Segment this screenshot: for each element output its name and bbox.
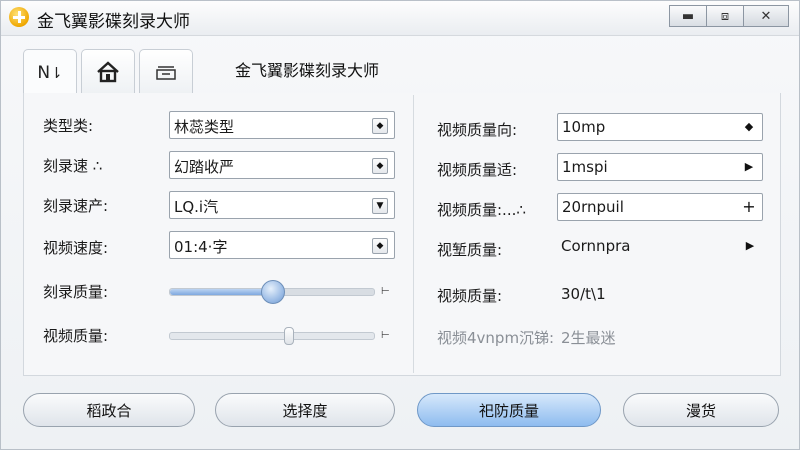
chevron-right-icon: ▶: [745, 239, 755, 252]
select-button[interactable]: 选择度: [215, 393, 395, 427]
close-button[interactable]: ✕: [743, 5, 789, 27]
chevron-right-icon: ▶: [744, 160, 754, 173]
burn-quality-thumb[interactable]: [261, 280, 285, 304]
plus-icon: +: [742, 197, 756, 216]
tab-strip: N ⇂ 金飞翼影碟刻录大师: [23, 49, 777, 96]
video-compress-label: 视堑质量:: [437, 241, 503, 259]
burn-speed-product-label: 刻录速产:: [43, 197, 109, 215]
video-quality-fit-label: 视频质量适:: [437, 161, 518, 179]
tab-home[interactable]: [81, 49, 135, 94]
window-controls: ▬ ⧈ ✕: [669, 5, 789, 27]
inbox-icon: [156, 66, 176, 80]
video-quality-slider[interactable]: [169, 327, 375, 345]
burn-quality-label: 刻录质量:: [43, 283, 109, 301]
app-window: 金飞翼影碟刻录大师 ▬ ⧈ ✕ N ⇂ 金飞翼影碟刻录大师 类型类: 林蕊类型 …: [0, 0, 800, 450]
video-speed-select[interactable]: 01:4·字 ◆: [169, 231, 395, 259]
quality-button[interactable]: 祀防质量: [417, 393, 601, 427]
title-bar: 金飞翼影碟刻录大师 ▬ ⧈ ✕: [1, 1, 799, 36]
minimize-button[interactable]: ▬: [669, 5, 707, 27]
video-quality-fit-select[interactable]: 1mspi ▶: [557, 153, 763, 181]
video-speed-value: 01:4·字: [174, 238, 228, 256]
video-bitrate-label: 视频4vnpm沉锑:: [437, 329, 555, 347]
video-quality-label: 视频质量:: [43, 327, 109, 345]
diamond-arrow-icon: ◆: [372, 118, 388, 134]
burn-speed-value: 幻踏收严: [174, 158, 235, 176]
video-quality-direction-value: 10mp: [562, 118, 606, 136]
burn-quality-fill: [170, 289, 272, 295]
type-select[interactable]: 林蕊类型 ◆: [169, 111, 395, 139]
slider-end-icon: ⊢: [381, 286, 390, 297]
type-label: 类型类:: [43, 117, 94, 135]
video-compress-select[interactable]: Cornnpra ▶: [557, 233, 763, 261]
home-icon: [97, 61, 119, 83]
diamond-arrow-icon: ◆: [372, 158, 388, 174]
apply-button[interactable]: 稻政合: [23, 393, 195, 427]
video-quality-value-label: 视频质量:: [437, 287, 503, 305]
tab-inbox[interactable]: [139, 49, 193, 94]
burn-speed-product-select[interactable]: LQ.i汽 ▼: [169, 191, 395, 219]
tab-title: 金飞翼影碟刻录大师: [235, 61, 380, 80]
type-select-value: 林蕊类型: [174, 118, 235, 136]
cancel-button[interactable]: 漫货: [623, 393, 779, 427]
video-quality-fit-value: 1mspi: [562, 158, 608, 176]
video-quality-more-value: 20rnpuil: [562, 198, 624, 216]
video-bitrate-value: 2生最迷: [561, 329, 616, 347]
window-title: 金飞翼影碟刻录大师: [37, 12, 190, 32]
diamond-arrow-icon: ◆: [744, 120, 754, 133]
video-quality-value: 30/t\1: [561, 285, 606, 303]
video-compress-value: Cornnpra: [561, 237, 631, 255]
slider-end-icon: ⊢: [381, 330, 390, 341]
video-quality-direction-select[interactable]: 10mp ◆: [557, 113, 763, 141]
burn-quality-slider[interactable]: [169, 280, 375, 304]
maximize-button[interactable]: ⧈: [706, 5, 744, 27]
column-divider: [413, 95, 414, 373]
dropdown-arrow-icon: ▼: [372, 198, 388, 214]
video-speed-label: 视频速度:: [43, 239, 109, 257]
video-quality-more-select[interactable]: 20rnpuil +: [557, 193, 763, 221]
tab-sort[interactable]: N ⇂: [23, 49, 77, 96]
sort-arrows-icon: N: [37, 63, 51, 83]
burn-speed-product-value: LQ.i汽: [174, 198, 219, 216]
burn-speed-select[interactable]: 幻踏收严 ◆: [169, 151, 395, 179]
diamond-arrow-icon: ◆: [372, 238, 388, 254]
video-quality-thumb[interactable]: [284, 327, 295, 345]
video-quality-direction-label: 视频质量向:: [437, 121, 518, 139]
burn-speed-label: 刻录速 ∴: [43, 157, 103, 175]
app-logo-icon: [9, 7, 29, 27]
video-quality-more-label: 视频质量:...∴: [437, 201, 526, 219]
